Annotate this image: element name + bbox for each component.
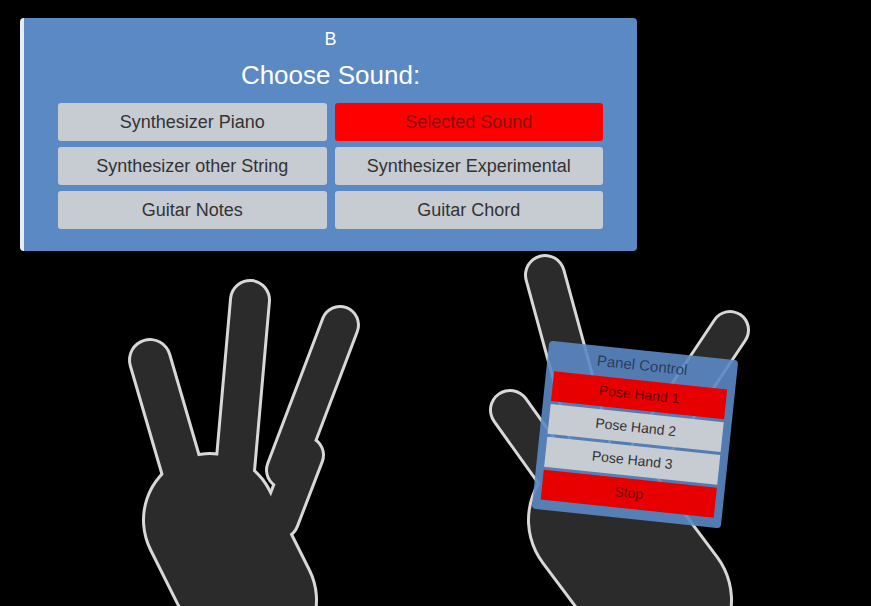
- panel-label: B: [324, 28, 336, 51]
- panel-title: Choose Sound:: [241, 59, 420, 92]
- sound-panel: B Choose Sound: Synthesizer PianoSelected …: [20, 18, 637, 251]
- sound-button[interactable]: Synthesizer Piano: [58, 103, 327, 141]
- sound-button[interactable]: Synthesizer other String: [58, 147, 327, 185]
- sound-button[interactable]: Synthesizer Experimental: [335, 147, 604, 185]
- vr-scene: B Choose Sound: Synthesizer PianoSelected …: [0, 0, 871, 606]
- sound-button[interactable]: Guitar Notes: [58, 191, 327, 229]
- sound-grid: Synthesizer PianoSelected SoundSynthesiz…: [58, 103, 603, 229]
- sound-button[interactable]: Selected Sound: [335, 103, 604, 141]
- sound-button[interactable]: Guitar Chord: [335, 191, 604, 229]
- hand-control-panel: Panel ControlPose Hand 1Pose Hand 2Pose …: [532, 341, 739, 529]
